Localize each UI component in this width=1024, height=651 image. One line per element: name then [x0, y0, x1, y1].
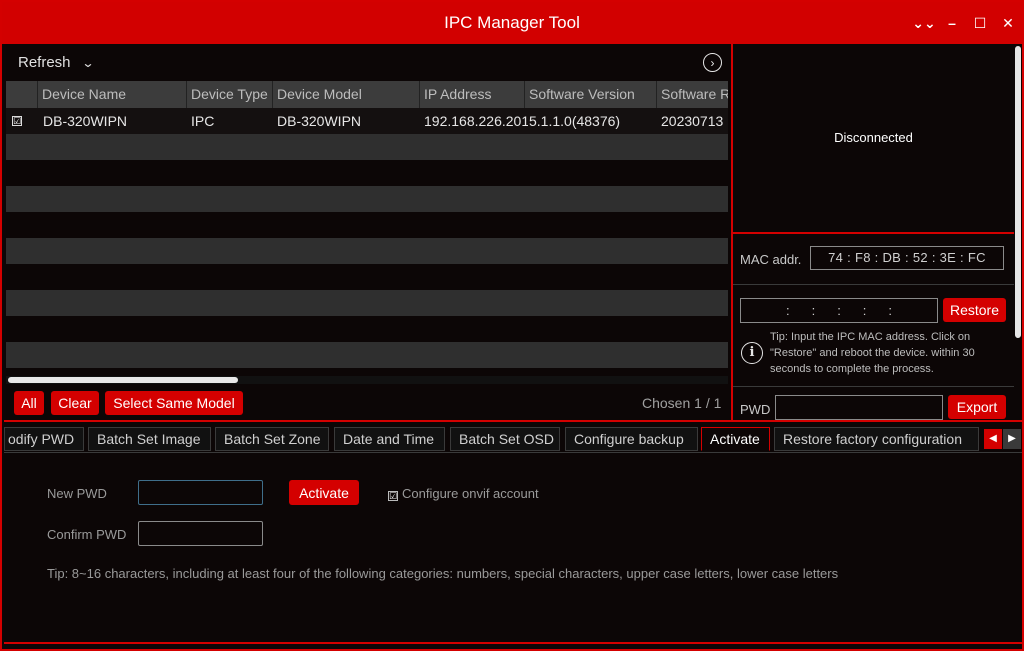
- table-row-empty: [6, 290, 728, 316]
- cell-device-name: DB-320WIPN: [43, 113, 128, 129]
- header-ip-address[interactable]: IP Address: [419, 81, 524, 108]
- cell-software-release: 20230713: [661, 113, 724, 129]
- window-title: IPC Manager Tool: [444, 13, 580, 32]
- tab-divider: [4, 452, 1022, 453]
- connection-status: Disconnected: [834, 130, 913, 145]
- table-row-empty: [6, 238, 728, 264]
- header-device-type[interactable]: Device Type: [186, 81, 272, 108]
- tab-scroll-right-icon[interactable]: ▶: [1003, 429, 1021, 449]
- mac-label: MAC addr.: [740, 252, 802, 267]
- select-all-button[interactable]: All: [14, 391, 44, 415]
- device-panel: Refresh ⌄ › Device Name Device Type Devic…: [6, 44, 730, 420]
- cell-ip-address: 192.168.226.201: [424, 113, 528, 129]
- row-checkbox[interactable]: ☑: [12, 116, 22, 126]
- device-detail-panel: Disconnected MAC addr. 74 : F8 : DB : 52…: [731, 44, 1022, 420]
- confirm-pwd-input[interactable]: [138, 521, 263, 546]
- table-row-empty: [6, 342, 728, 368]
- tab-restore-factory-configuration[interactable]: Restore factory configuration: [774, 427, 979, 451]
- confirm-pwd-label: Confirm PWD: [47, 527, 127, 542]
- device-toolbar: Refresh ⌄ ›: [6, 44, 730, 80]
- header-checkbox-col[interactable]: [6, 81, 37, 108]
- pwd-label: PWD: [740, 402, 771, 417]
- cell-software-version: 5.1.1.0(48376): [529, 113, 621, 129]
- onvif-checkbox-box[interactable]: ☑: [388, 491, 398, 501]
- new-pwd-label: New PWD: [47, 486, 107, 501]
- refresh-button[interactable]: Refresh ⌄: [18, 54, 94, 71]
- table-row-empty: [6, 186, 728, 212]
- table-row-empty: [6, 160, 728, 186]
- export-button[interactable]: Export: [948, 395, 1006, 419]
- tab-configure-backup[interactable]: Configure backup: [565, 427, 698, 451]
- header-device-name[interactable]: Device Name: [37, 81, 186, 108]
- close-icon[interactable]: ✕: [996, 11, 1020, 35]
- restore-tip: Tip: Input the IPC MAC address. Click on…: [770, 331, 975, 375]
- restore-mac-input[interactable]: :::::: [740, 298, 938, 323]
- header-device-model[interactable]: Device Model: [272, 81, 419, 108]
- tab-scroll-left-icon[interactable]: ◀: [984, 429, 1002, 449]
- chevron-down-icon[interactable]: ⌄: [81, 56, 94, 70]
- divider: [733, 386, 1014, 387]
- settings-section: odify PWD Batch Set Image Batch Set Zone…: [4, 420, 1022, 644]
- title-bar: IPC Manager Tool ⌄⌄ – ☐ ✕: [2, 2, 1022, 44]
- table-row-empty: [6, 264, 728, 290]
- table-row-empty: [6, 134, 728, 160]
- table-row-empty: [6, 212, 728, 238]
- table-row[interactable]: ☑ DB-320WIPN IPC DB-320WIPN 192.168.226.…: [6, 108, 728, 134]
- minimize-icon[interactable]: –: [940, 11, 964, 35]
- onvif-checkbox[interactable]: ☑ Configure onvif account: [388, 486, 539, 501]
- refresh-label: Refresh: [18, 54, 71, 71]
- vertical-scrollbar-thumb[interactable]: [1015, 46, 1021, 338]
- export-pwd-input[interactable]: [775, 395, 943, 420]
- settings-tabs: odify PWD Batch Set Image Batch Set Zone…: [4, 427, 1022, 453]
- new-pwd-input[interactable]: [138, 480, 263, 505]
- chosen-count: Chosen 1 / 1: [642, 395, 722, 411]
- app-window: IPC Manager Tool ⌄⌄ – ☐ ✕ Refresh ⌄ › Dev…: [0, 0, 1024, 651]
- tab-activate[interactable]: Activate: [701, 427, 770, 451]
- mac-address-display: 74 : F8 : DB : 52 : 3E : FC: [810, 246, 1004, 270]
- table-header: Device Name Device Type Device Model IP …: [6, 81, 728, 108]
- header-software-version[interactable]: Software Version: [524, 81, 656, 108]
- tab-date-and-time[interactable]: Date and Time: [334, 427, 445, 451]
- select-same-model-button[interactable]: Select Same Model: [105, 391, 243, 415]
- activate-button[interactable]: Activate: [289, 480, 359, 505]
- divider: [733, 284, 1014, 285]
- info-icon: i: [741, 342, 763, 364]
- restore-button[interactable]: Restore: [943, 298, 1006, 322]
- preview-area: Disconnected: [733, 44, 1014, 234]
- tab-batch-set-zone[interactable]: Batch Set Zone: [215, 427, 329, 451]
- device-table: Device Name Device Type Device Model IP …: [6, 81, 728, 368]
- maximize-icon[interactable]: ☐: [968, 11, 992, 35]
- chevron-right-circle-icon[interactable]: ›: [703, 53, 722, 72]
- tab-modify-pwd[interactable]: odify PWD: [4, 427, 84, 451]
- onvif-checkbox-label: Configure onvif account: [402, 486, 539, 501]
- clear-button[interactable]: Clear: [51, 391, 99, 415]
- horizontal-scrollbar-thumb[interactable]: [8, 377, 238, 383]
- tab-batch-set-osd[interactable]: Batch Set OSD: [450, 427, 560, 451]
- header-software-release[interactable]: Software Re: [656, 81, 728, 108]
- tab-batch-set-image[interactable]: Batch Set Image: [88, 427, 211, 451]
- collapse-icon[interactable]: ⌄⌄: [912, 11, 936, 35]
- cell-device-type: IPC: [191, 113, 215, 129]
- password-tip: Tip: 8~16 characters, including at least…: [47, 566, 839, 581]
- cell-device-model: DB-320WIPN: [277, 113, 362, 129]
- table-row-empty: [6, 316, 728, 342]
